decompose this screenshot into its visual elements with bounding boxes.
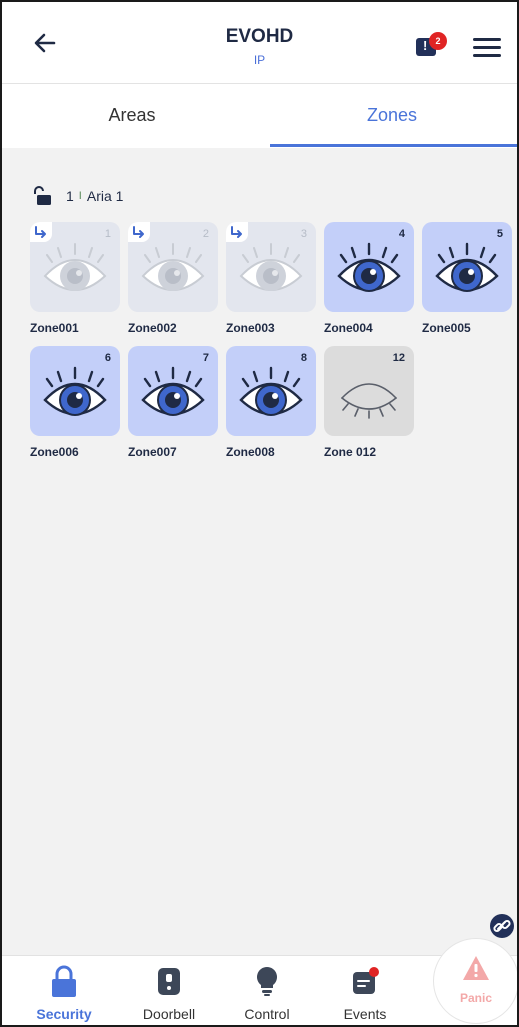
zone-tile[interactable]: 8 Zone008 xyxy=(226,346,316,459)
open-eye-icon xyxy=(435,242,499,292)
zone-name: Zone005 xyxy=(422,321,471,335)
zone-number: 6 xyxy=(104,352,111,364)
top-bar: EVOHD IP 2 xyxy=(2,2,517,84)
zone-number: 4 xyxy=(398,228,405,240)
nav-security[interactable]: Security xyxy=(14,956,114,1025)
zone-number: 5 xyxy=(496,228,503,240)
bypass-corner xyxy=(30,222,52,242)
bypass-arrow-icon xyxy=(35,226,46,238)
notification-badge: 2 xyxy=(429,32,447,50)
tab-areas[interactable]: Areas xyxy=(2,84,262,148)
open-eye-icon xyxy=(337,242,401,292)
closed-eye-icon xyxy=(341,383,397,419)
nav-events[interactable]: Events xyxy=(315,956,415,1025)
bypass-corner xyxy=(128,222,150,242)
warning-triangle-icon xyxy=(463,956,489,980)
zone-number: 1 xyxy=(104,228,111,240)
nav-label: Security xyxy=(36,1006,92,1022)
bypass-arrow-icon xyxy=(231,226,242,238)
tab-bar: Areas Zones xyxy=(2,84,517,148)
zone-number: 12 xyxy=(392,352,405,364)
zone-name: Zone 012 xyxy=(324,445,377,459)
nav-label: Doorbell xyxy=(142,1006,196,1022)
panic-label: Panic xyxy=(459,991,492,1005)
tab-zones[interactable]: Zones xyxy=(262,84,517,148)
bypass-corner xyxy=(226,222,248,242)
zone-tile[interactable]: 5 Zone005 xyxy=(422,222,512,335)
open-eye-icon xyxy=(43,243,107,291)
bypass-arrow-icon xyxy=(133,226,144,238)
open-eye-icon xyxy=(43,366,107,416)
nav-label: Control xyxy=(244,1006,290,1022)
open-eye-icon xyxy=(141,243,205,291)
nav-doorbell[interactable]: Doorbell xyxy=(119,956,219,1025)
doorbell-icon xyxy=(158,968,180,995)
zone-tile[interactable]: 1 Zone001 xyxy=(30,222,120,335)
zone-tile[interactable]: 12 Zone 012 xyxy=(324,346,414,459)
open-eye-icon xyxy=(141,366,205,416)
zone-name: Zone002 xyxy=(128,321,177,335)
zone-tile[interactable]: 7 Zone007 xyxy=(128,346,218,459)
zone-name: Zone003 xyxy=(226,321,275,335)
zone-tile[interactable]: 3 Zone003 xyxy=(226,222,316,335)
zone-number: 3 xyxy=(300,228,307,240)
unlocked-padlock-icon xyxy=(34,186,51,205)
area-header: 1 I Aria 1 xyxy=(32,185,123,207)
padlock-icon xyxy=(52,965,76,997)
open-eye-icon xyxy=(239,243,303,291)
zone-name: Zone001 xyxy=(30,321,79,335)
nav-control[interactable]: Control xyxy=(217,956,317,1025)
link-badge-icon[interactable] xyxy=(488,912,516,940)
notifications-button[interactable]: 2 xyxy=(410,32,447,60)
hamburger-menu-icon[interactable] xyxy=(473,38,501,58)
zone-number: 7 xyxy=(202,352,209,364)
zone-name: Zone007 xyxy=(128,445,177,459)
active-tab-indicator xyxy=(270,144,517,147)
area-number: 1 xyxy=(66,188,74,204)
zone-tile[interactable]: 6 Zone006 xyxy=(30,346,120,459)
panic-button[interactable]: Panic xyxy=(433,938,517,1024)
events-icon xyxy=(353,967,379,994)
nav-label: Events xyxy=(343,1006,387,1022)
zone-tile[interactable]: 4 Zone004 xyxy=(324,222,414,335)
app-frame: EVOHD IP 2 Areas Zones 1 I Aria 1 1 Zo xyxy=(0,0,519,1027)
zone-number: 8 xyxy=(300,352,307,364)
area-separator: I xyxy=(78,190,82,202)
area-name: Aria 1 xyxy=(86,188,124,204)
open-eye-icon xyxy=(239,366,303,416)
lightbulb-icon xyxy=(257,967,277,996)
zone-name: Zone006 xyxy=(30,445,79,459)
zone-name: Zone008 xyxy=(226,445,275,459)
zone-number: 2 xyxy=(202,228,209,240)
zone-name: Zone004 xyxy=(324,321,373,335)
zone-tile[interactable]: 2 Zone002 xyxy=(128,222,218,335)
